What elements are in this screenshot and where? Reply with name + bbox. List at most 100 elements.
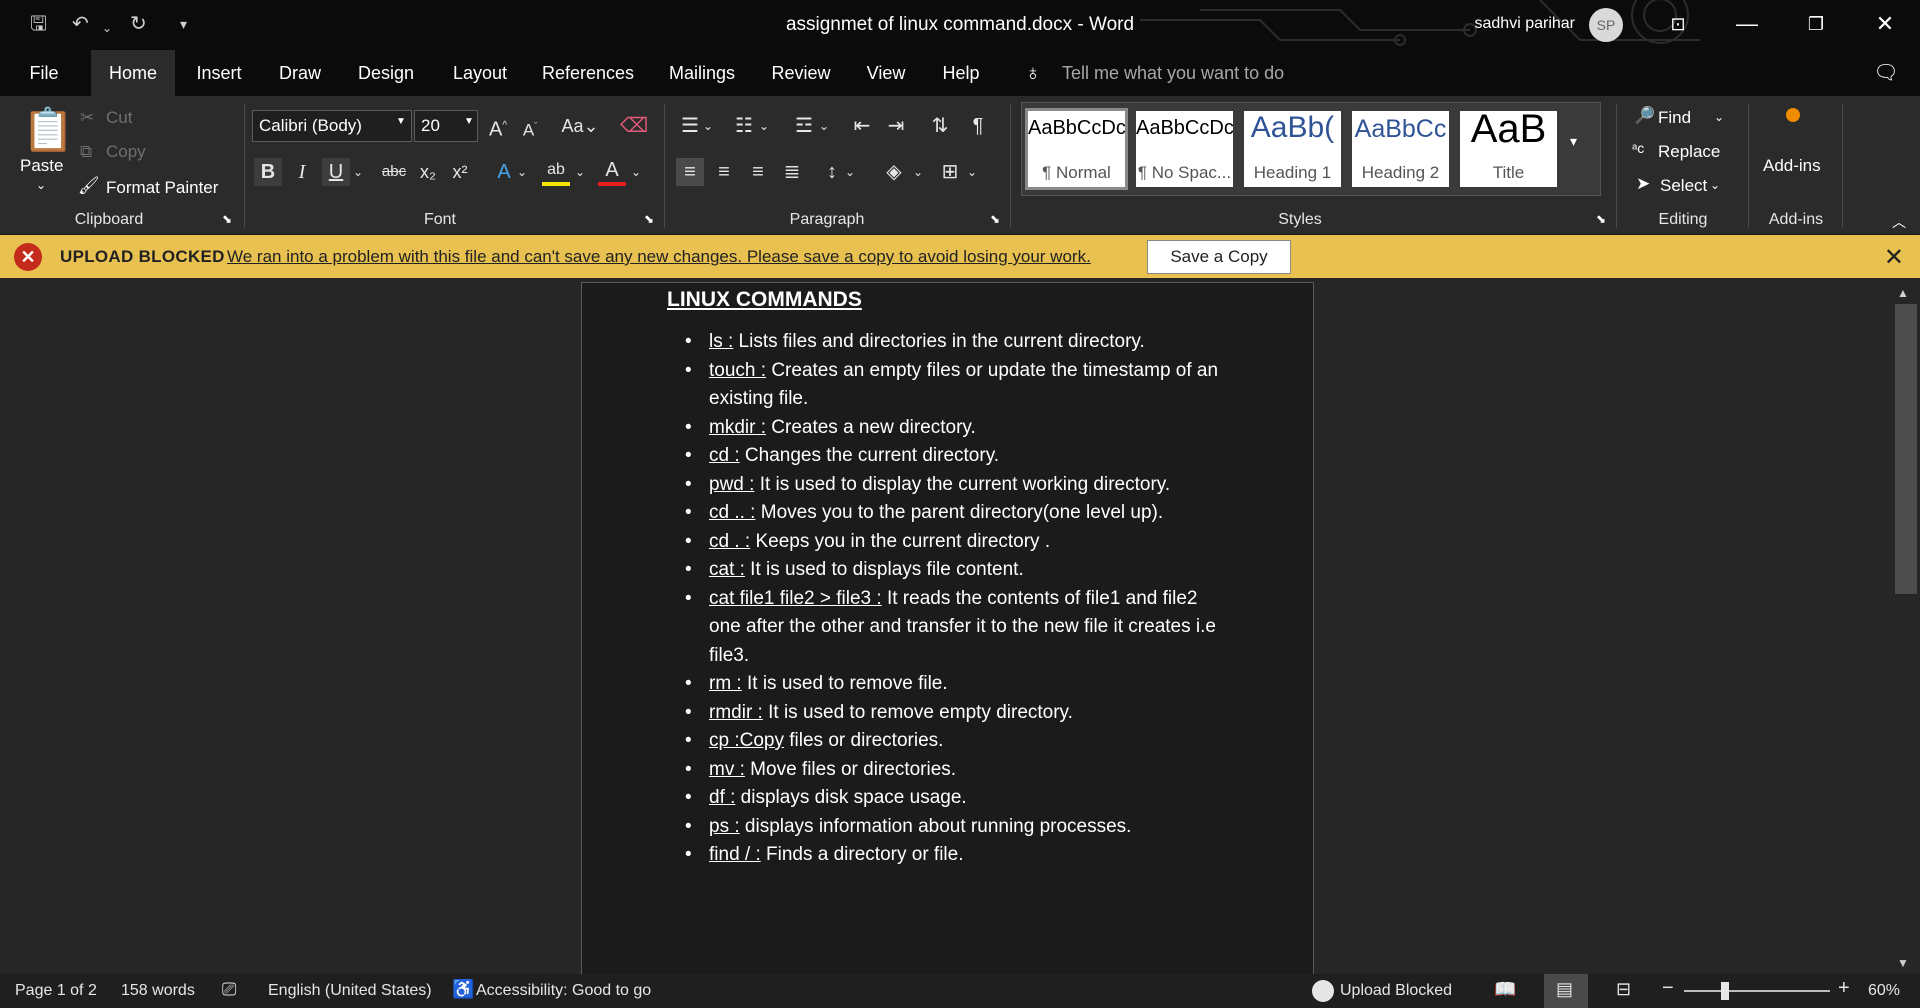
zoom-slider[interactable] xyxy=(1684,990,1830,992)
clipboard-launcher-icon[interactable]: ⬊ xyxy=(222,212,232,226)
select-dropdown-icon[interactable]: ⌄ xyxy=(1710,178,1720,192)
grow-font-icon[interactable]: A^ xyxy=(484,112,512,141)
bold-icon[interactable]: B xyxy=(254,158,282,186)
comments-icon[interactable]: 🗨 xyxy=(1866,50,1906,96)
tab-insert[interactable]: Insert xyxy=(188,50,250,96)
zoom-in-icon[interactable]: + xyxy=(1838,977,1850,1000)
save-a-copy-button[interactable]: Save a Copy xyxy=(1147,240,1291,274)
tell-me-search[interactable]: Tell me what you want to do xyxy=(1062,50,1284,96)
font-family-select[interactable]: Calibri (Body) xyxy=(252,110,412,142)
find-dropdown-icon[interactable]: ⌄ xyxy=(1714,110,1724,124)
styles-launcher-icon[interactable]: ⬊ xyxy=(1596,212,1606,226)
underline-icon[interactable]: U xyxy=(322,158,350,186)
addins-button[interactable]: Add-ins xyxy=(1763,156,1821,176)
tab-design[interactable]: Design xyxy=(352,50,420,96)
command-description: Creates an empty files or update the tim… xyxy=(709,359,1219,410)
tab-file[interactable]: File xyxy=(20,50,68,96)
format-painter-button[interactable]: Format Painter xyxy=(106,178,218,198)
numbering-dropdown-icon[interactable]: ⌄ xyxy=(756,112,772,140)
style-heading-1[interactable]: AaBb( Heading 1 xyxy=(1244,111,1341,187)
scrollbar-thumb[interactable] xyxy=(1895,304,1917,594)
scroll-down-icon[interactable]: ▼ xyxy=(1897,956,1909,970)
paragraph-launcher-icon[interactable]: ⬊ xyxy=(990,212,1000,226)
font-color-icon[interactable]: A xyxy=(598,158,626,186)
paste-dropdown-icon[interactable]: ⌄ xyxy=(36,178,46,192)
sort-icon[interactable]: ⇅ xyxy=(926,112,954,140)
copy-button[interactable]: Copy xyxy=(106,142,146,162)
paste-icon[interactable]: 📋 xyxy=(22,106,74,155)
zoom-slider-thumb[interactable] xyxy=(1721,982,1729,1000)
change-case-icon[interactable]: Aa⌄ xyxy=(558,112,602,140)
shading-icon[interactable]: ◈ xyxy=(880,158,908,186)
tab-view[interactable]: View xyxy=(860,50,912,96)
shrink-font-icon[interactable]: Aˇ xyxy=(516,112,544,140)
strikethrough-icon[interactable]: abc xyxy=(380,158,408,186)
style-normal[interactable]: AaBbCcDc ¶ Normal xyxy=(1025,108,1128,190)
minimize-icon[interactable]: — xyxy=(1727,8,1767,40)
styles-more-icon[interactable]: ▾ xyxy=(1570,133,1577,150)
font-color-dropdown-icon[interactable]: ⌄ xyxy=(628,158,644,186)
numbering-icon[interactable]: ☷ xyxy=(730,112,758,140)
multilevel-list-icon[interactable]: ☲ xyxy=(790,112,818,140)
highlight-icon[interactable]: ab xyxy=(542,158,570,186)
align-left-icon[interactable]: ≡ xyxy=(676,158,704,186)
replace-button[interactable]: Replace xyxy=(1658,142,1720,162)
tab-draw[interactable]: Draw xyxy=(272,50,328,96)
cut-button[interactable]: Cut xyxy=(106,108,132,128)
borders-icon[interactable]: ⊞ xyxy=(936,158,964,186)
close-infobar-icon[interactable]: ✕ xyxy=(1884,243,1904,272)
find-button[interactable]: Find xyxy=(1658,108,1691,128)
font-launcher-icon[interactable]: ⬊ xyxy=(644,212,654,226)
borders-dropdown-icon[interactable]: ⌄ xyxy=(964,158,980,186)
style-heading-2[interactable]: AaBbCc Heading 2 xyxy=(1352,111,1449,187)
highlight-dropdown-icon[interactable]: ⌄ xyxy=(572,158,588,186)
tab-review[interactable]: Review xyxy=(766,50,836,96)
page-count[interactable]: Page 1 of 2 xyxy=(15,982,97,1000)
select-button[interactable]: Select xyxy=(1660,176,1707,196)
word-count[interactable]: 158 words xyxy=(121,982,195,1000)
tab-mailings[interactable]: Mailings xyxy=(662,50,742,96)
style-no-spacing[interactable]: AaBbCcDc ¶ No Spac... xyxy=(1136,111,1233,187)
tab-help[interactable]: Help xyxy=(936,50,986,96)
proofing-icon[interactable]: ⎚ xyxy=(222,979,236,1000)
scroll-up-icon[interactable]: ▲ xyxy=(1897,286,1909,300)
avatar[interactable]: SP xyxy=(1589,8,1623,42)
increase-indent-icon[interactable]: ⇥ xyxy=(882,112,910,140)
tab-home[interactable]: Home xyxy=(91,50,175,96)
zoom-level[interactable]: 60% xyxy=(1868,982,1900,1000)
upload-status[interactable]: Upload Blocked xyxy=(1340,982,1452,1000)
accessibility-status[interactable]: Accessibility: Good to go xyxy=(476,982,651,1000)
tab-references[interactable]: References xyxy=(540,50,636,96)
read-mode-icon[interactable]: 📖 xyxy=(1494,979,1516,1000)
web-layout-icon[interactable]: ⊟ xyxy=(1616,979,1631,1000)
style-title[interactable]: AaB Title xyxy=(1460,111,1557,187)
zoom-out-icon[interactable]: − xyxy=(1662,977,1674,1000)
decrease-indent-icon[interactable]: ⇤ xyxy=(848,112,876,140)
superscript-icon[interactable]: x² xyxy=(446,158,474,186)
collapse-ribbon-icon[interactable]: ︿ xyxy=(1892,212,1906,232)
paste-button[interactable]: Paste xyxy=(20,156,63,176)
multilevel-dropdown-icon[interactable]: ⌄ xyxy=(816,112,832,140)
infobar-message-link[interactable]: We ran into a problem with this file and… xyxy=(227,247,1091,267)
font-size-dropdown-icon[interactable]: ▼ xyxy=(464,116,474,127)
user-name[interactable]: sadhvi parihar xyxy=(1475,15,1576,33)
subscript-icon[interactable]: x₂ xyxy=(414,158,442,186)
language[interactable]: English (United States) xyxy=(268,982,432,1000)
font-family-dropdown-icon[interactable]: ▼ xyxy=(396,116,406,127)
tab-layout[interactable]: Layout xyxy=(446,50,514,96)
align-center-icon[interactable]: ≡ xyxy=(710,158,738,186)
print-layout-icon[interactable]: ▤ xyxy=(1556,979,1573,1000)
text-effects-dropdown-icon[interactable]: ⌄ xyxy=(514,158,530,186)
italic-icon[interactable]: I xyxy=(288,158,316,186)
line-spacing-dropdown-icon[interactable]: ⌄ xyxy=(842,158,858,186)
ribbon-display-icon[interactable]: ⊡ xyxy=(1658,8,1698,40)
bullets-dropdown-icon[interactable]: ⌄ xyxy=(700,112,716,140)
restore-icon[interactable]: ❐ xyxy=(1796,8,1836,40)
show-formatting-icon[interactable]: ¶ xyxy=(964,112,992,140)
underline-dropdown-icon[interactable]: ⌄ xyxy=(350,158,366,186)
align-right-icon[interactable]: ≡ xyxy=(744,158,772,186)
shading-dropdown-icon[interactable]: ⌄ xyxy=(910,158,926,186)
close-icon[interactable]: ✕ xyxy=(1865,8,1905,40)
justify-icon[interactable]: ≣ xyxy=(778,158,806,186)
clear-formatting-icon[interactable]: ⌫ xyxy=(620,112,648,140)
